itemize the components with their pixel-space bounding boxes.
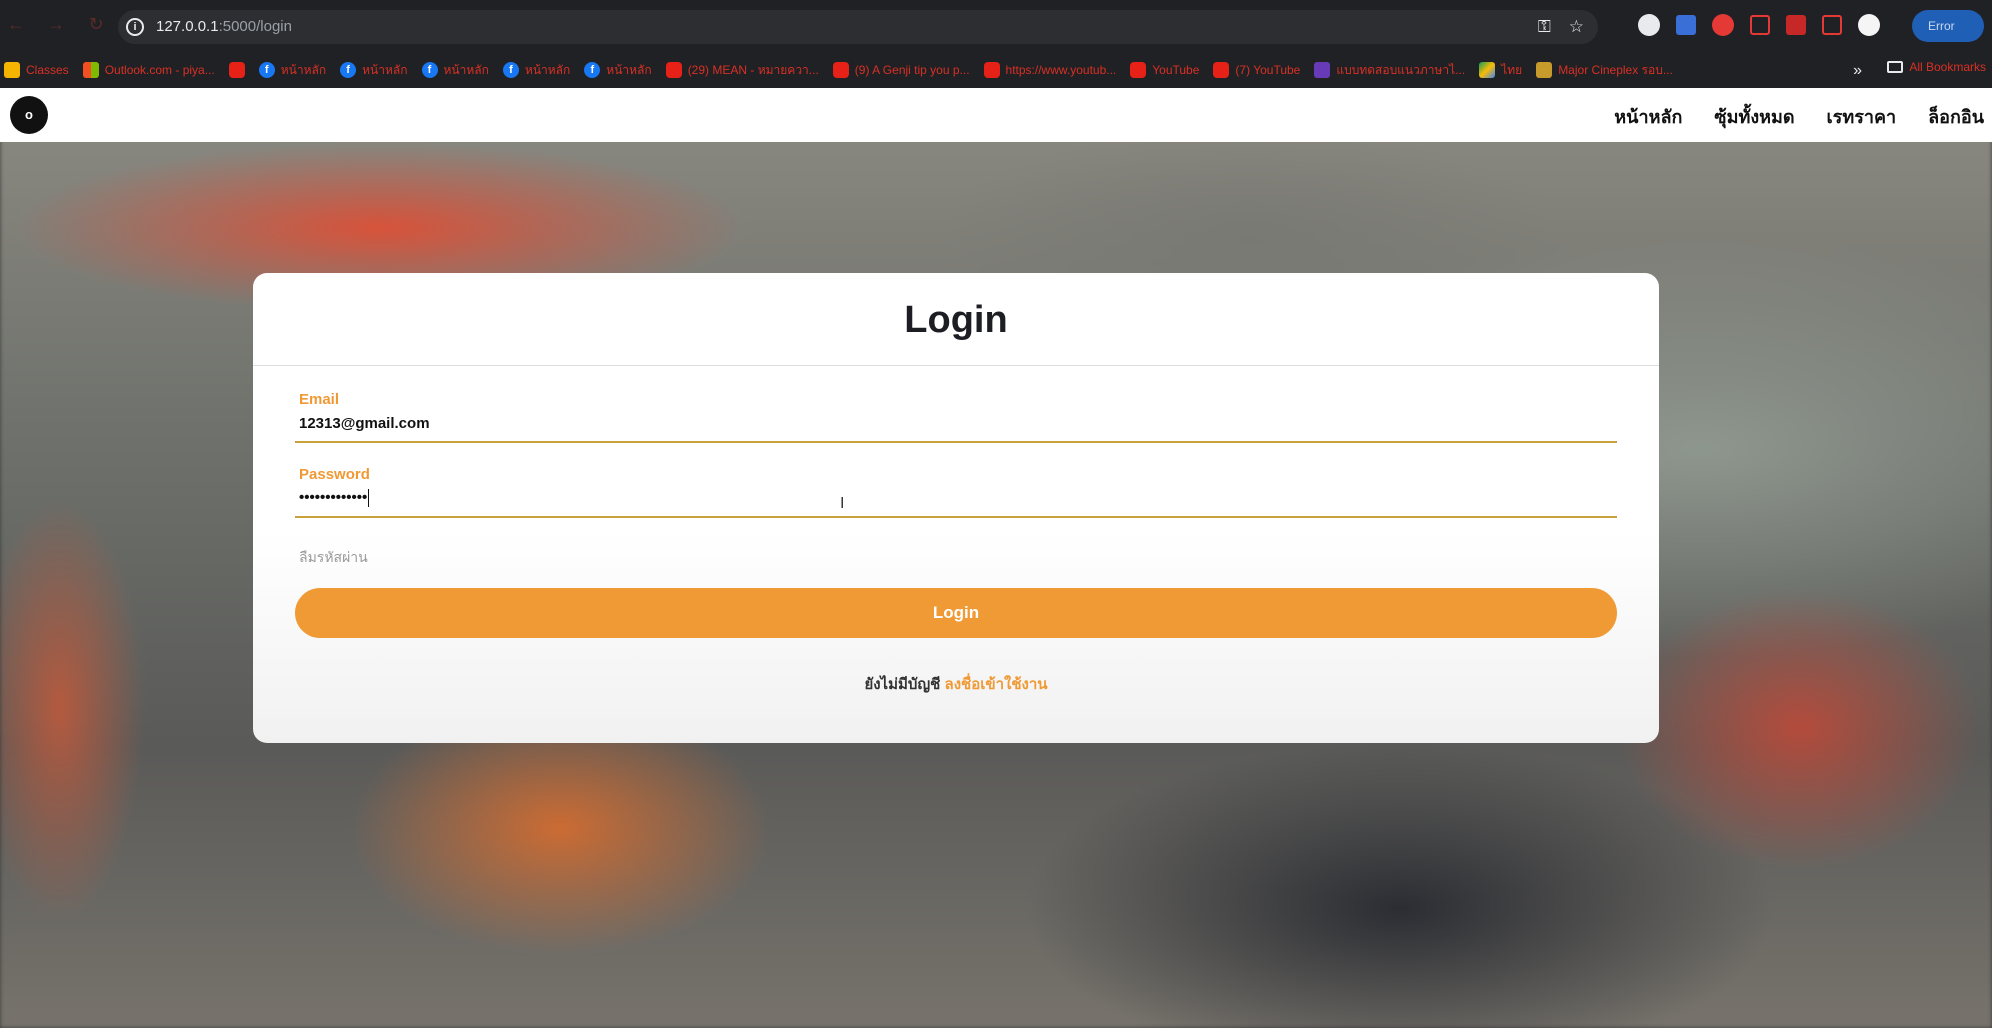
nav-home-link[interactable]: หน้าหลัก [1614,102,1682,131]
facebook-icon: f [421,62,438,78]
signup-prompt: ยังไม่มีบัญชี [864,676,941,693]
extension-globe-icon[interactable] [1638,14,1660,36]
signup-row: ยังไม่มีบัญชี ลงชื่อเข้าใช้งาน [253,672,1659,696]
login-title: Login [904,299,1008,341]
bookmark-item[interactable]: f หน้าหลัก [258,61,326,80]
address-bar[interactable]: i 127.0.0.1:5000/login ⚿ ☆ [118,10,1598,44]
back-arrow-icon[interactable]: ← [6,14,26,34]
email-field[interactable]: 12313@gmail.com [299,415,430,432]
bookmark-star-icon[interactable]: ☆ [1569,17,1584,37]
bookmark-item[interactable] [228,62,245,78]
folder-icon [1887,61,1904,73]
bookmark-item[interactable]: f หน้าหลัก [502,61,570,80]
bookmarks-bar: Classes Outlook.com - piya... f หน้าหลัก … [0,52,1992,88]
nav-links: หน้าหลัก ซุ้มทั้งหมด เรทราคา ล็อกอิน [1614,102,1984,131]
bookmark-item[interactable]: f หน้าหลัก [340,61,408,80]
bookmark-item[interactable]: (7) YouTube [1213,62,1300,78]
bookmark-item[interactable]: f หน้าหลัก [584,61,652,80]
password-underline [295,516,1617,518]
forgot-password-link[interactable]: ลืมรหัสผ่าน [299,547,368,569]
site-navbar: o หน้าหลัก ซุ้มทั้งหมด เรทราคา ล็อกอิน [0,88,1992,142]
extension-crop-icon[interactable] [1750,15,1770,35]
all-bookmarks-button[interactable]: All Bookmarks [1887,60,1986,74]
text-cursor-icon: I [840,495,845,512]
bookmark-item[interactable]: ไทย [1479,61,1522,80]
nav-rates-link[interactable]: เรทราคา [1827,102,1897,131]
major-icon [1536,62,1553,78]
youtube-icon [832,62,849,78]
bookmark-item[interactable]: Major Cineplex รอบ... [1536,61,1673,80]
nav-all-booths-link[interactable]: ซุ้มทั้งหมด [1714,102,1794,131]
drive-icon [1479,62,1496,78]
extensions-bar [1638,14,1880,36]
omnibox-actions: ⚿ ☆ [1538,17,1584,37]
extension-record-icon[interactable] [1712,14,1734,36]
extension-list-icon[interactable] [1786,15,1806,35]
nav-login-link[interactable]: ล็อกอิน [1928,102,1984,131]
bookmark-item[interactable]: f หน้าหลัก [421,61,489,80]
side-panel-icon[interactable] [1822,15,1842,35]
bookmark-item[interactable]: แบบทดสอบแนวภาษาไ... [1314,61,1465,80]
bookmark-item[interactable]: https://www.youtub... [983,62,1116,78]
bookmark-item[interactable]: Classes [4,62,69,78]
classes-icon [4,62,20,78]
card-divider [253,365,1659,366]
email-label: Email [299,391,340,408]
browser-toolbar: ← → ↻ i 127.0.0.1:5000/login ⚿ ☆ Error [0,0,1992,52]
reload-icon[interactable]: ↻ [86,14,106,34]
bookmark-item[interactable]: (29) MEAN - หมายควา... [665,61,819,80]
password-field[interactable]: ••••••••••••• [299,489,370,508]
forms-icon [1314,62,1331,78]
profile-error-button[interactable]: Error [1912,10,1984,42]
bookmark-item[interactable]: (9) A Genji tip you p... [832,62,970,78]
site-info-icon[interactable]: i [126,18,144,36]
url-text[interactable]: 127.0.0.1:5000/login [156,18,292,35]
facebook-icon: f [584,62,601,78]
login-submit-button[interactable]: Login [295,588,1617,638]
youtube-icon [1213,62,1230,78]
site-viewport: o หน้าหลัก ซุ้มทั้งหมด เรทราคา ล็อกอิน L… [0,88,1992,1028]
forward-arrow-icon[interactable]: → [46,14,66,34]
bookmark-item[interactable]: YouTube [1130,62,1199,78]
more-bookmarks-chevron-icon[interactable]: » [1853,62,1862,80]
facebook-icon: f [258,62,275,78]
email-underline [295,441,1617,443]
facebook-icon: f [340,62,357,78]
youtube-icon [228,62,245,78]
password-key-icon[interactable]: ⚿ [1538,17,1551,37]
extension-scan-icon[interactable] [1676,15,1696,35]
youtube-icon [1130,62,1147,78]
login-card: Login Email 12313@gmail.com Password •••… [253,273,1659,743]
youtube-icon [665,62,682,78]
profile-avatar-icon[interactable] [1858,14,1880,36]
signup-link[interactable]: ลงชื่อเข้าใช้งาน [945,676,1048,693]
text-caret [368,489,370,508]
password-label: Password [299,466,370,483]
facebook-icon: f [502,62,519,78]
youtube-icon [983,62,1000,78]
browser-nav-buttons: ← → ↻ [6,14,106,34]
bookmark-item[interactable]: Outlook.com - piya... [82,62,215,78]
outlook-icon [82,62,99,78]
site-logo[interactable]: o [10,96,48,134]
